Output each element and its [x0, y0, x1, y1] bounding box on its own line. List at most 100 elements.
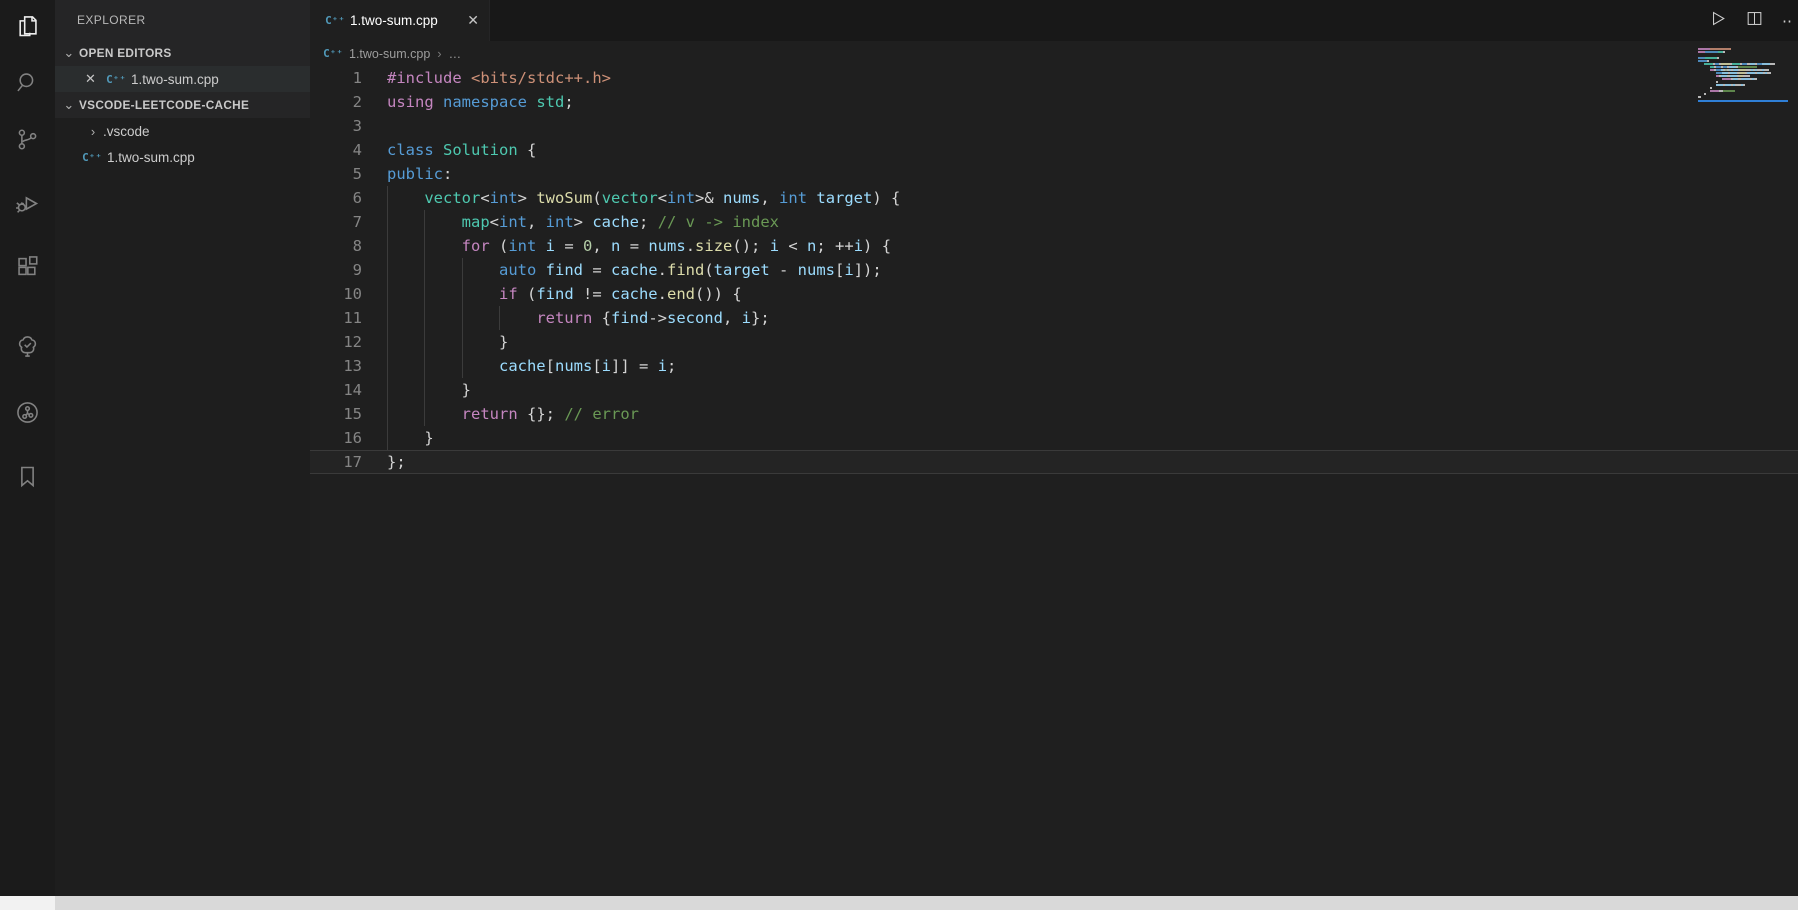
code-lines: 1#include <bits/stdc++.h>2using namespac… — [310, 66, 1798, 474]
indent-guide — [387, 330, 388, 354]
search-icon — [14, 69, 41, 101]
indent-guide — [424, 402, 425, 426]
editor-group: C⁺⁺ 1.two-sum.cpp ✕ ⋯ C⁺⁺ 1.two-sum.cpp … — [310, 0, 1798, 910]
indent-guide — [387, 378, 388, 402]
breadcrumb-separator-icon: › — [437, 46, 441, 61]
indent-guide — [387, 426, 388, 450]
code-line[interactable]: 15 return {}; // error — [310, 402, 1798, 426]
code-line[interactable]: 11 return {find->second, i}; — [310, 306, 1798, 330]
line-number: 12 — [310, 330, 362, 354]
tree-item-vscode-folder[interactable]: › .vscode — [55, 118, 310, 144]
bookmark-icon — [14, 463, 41, 495]
line-number: 8 — [310, 234, 362, 258]
indent-guide — [462, 258, 463, 282]
line-number: 10 — [310, 282, 362, 306]
activity-run-debug-button[interactable] — [0, 185, 55, 227]
open-editor-item[interactable]: ✕ C⁺⁺ 1.two-sum.cpp — [55, 66, 310, 92]
code-line[interactable]: 13 cache[nums[i]] = i; — [310, 354, 1798, 378]
indent-guide — [424, 330, 425, 354]
indent-guide — [387, 282, 388, 306]
files-icon — [14, 13, 41, 45]
debug-icon — [14, 190, 41, 222]
activity-bookmarks-button[interactable] — [0, 458, 55, 500]
open-editors-header[interactable]: ⌄ OPEN EDITORS — [55, 40, 310, 66]
code-line[interactable]: 7 map<int, int> cache; // v -> index — [310, 210, 1798, 234]
cpp-file-icon: C⁺⁺ — [107, 71, 125, 87]
tab-close-icon[interactable]: ✕ — [467, 12, 479, 29]
line-number: 6 — [310, 186, 362, 210]
tree-check-icon — [14, 333, 41, 365]
indent-guide — [424, 234, 425, 258]
code-line[interactable]: 14 } — [310, 378, 1798, 402]
indent-guide — [462, 282, 463, 306]
line-number: 7 — [310, 210, 362, 234]
sidebar-title: EXPLORER — [55, 0, 310, 40]
cpp-file-icon: C⁺⁺ — [326, 13, 344, 29]
tab-label: 1.two-sum.cpp — [350, 13, 438, 28]
indent-guide — [424, 306, 425, 330]
indent-guide — [462, 306, 463, 330]
breadcrumb[interactable]: C⁺⁺ 1.two-sum.cpp › … — [310, 41, 1798, 66]
taskbar-strip — [0, 896, 1798, 910]
vscode-window: EXPLORER ⌄ OPEN EDITORS ✕ C⁺⁺ 1.two-sum.… — [0, 0, 1798, 910]
editor-pane[interactable]: C⁺⁺ 1.two-sum.cpp › … 1#include <bits/st… — [310, 41, 1798, 910]
taskbar-corner — [0, 896, 55, 910]
line-number: 1 — [310, 66, 362, 90]
code-editor[interactable]: 1#include <bits/stdc++.h>2using namespac… — [310, 66, 1798, 474]
chevron-right-icon: › — [85, 124, 101, 139]
indent-guide — [387, 402, 388, 426]
code-line[interactable]: 2using namespace std; — [310, 90, 1798, 114]
file-label: 1.two-sum.cpp — [107, 150, 195, 165]
line-number: 2 — [310, 90, 362, 114]
line-number: 4 — [310, 138, 362, 162]
line-number: 3 — [310, 114, 362, 138]
code-line[interactable]: 6 vector<int> twoSum(vector<int>& nums, … — [310, 186, 1798, 210]
activity-extensions-button[interactable] — [0, 248, 55, 290]
code-line[interactable]: 5public: — [310, 162, 1798, 186]
workspace-folder-header[interactable]: ⌄ VSCODE-LEETCODE-CACHE — [55, 92, 310, 118]
activity-leetcode-button[interactable] — [0, 394, 55, 436]
indent-guide — [387, 186, 388, 210]
code-line[interactable]: 10 if (find != cache.end()) { — [310, 282, 1798, 306]
code-line[interactable]: 1#include <bits/stdc++.h> — [310, 66, 1798, 90]
indent-guide — [387, 234, 388, 258]
indent-guide — [424, 282, 425, 306]
code-line[interactable]: 4class Solution { — [310, 138, 1798, 162]
activity-source-control-button[interactable] — [0, 121, 55, 163]
code-line[interactable]: 12 } — [310, 330, 1798, 354]
code-line[interactable]: 9 auto find = cache.find(target - nums[i… — [310, 258, 1798, 282]
split-editor-icon[interactable] — [1745, 9, 1764, 33]
tree-item-two-sum-file[interactable]: C⁺⁺ 1.two-sum.cpp — [55, 144, 310, 170]
close-icon[interactable]: ✕ — [85, 71, 103, 87]
breadcrumb-file[interactable]: 1.two-sum.cpp — [349, 47, 430, 61]
code-line[interactable]: 3 — [310, 114, 1798, 138]
line-number: 14 — [310, 378, 362, 402]
code-line[interactable]: 16 } — [310, 426, 1798, 450]
indent-guide — [387, 354, 388, 378]
line-number: 17 — [310, 450, 362, 474]
indent-guide — [424, 354, 425, 378]
code-line[interactable]: 8 for (int i = 0, n = nums.size(); i < n… — [310, 234, 1798, 258]
activity-search-button[interactable] — [0, 64, 55, 106]
line-number: 5 — [310, 162, 362, 186]
minimap[interactable] — [1698, 48, 1788, 102]
activity-explorer-button[interactable] — [0, 8, 55, 50]
open-editor-label: 1.two-sum.cpp — [131, 72, 219, 87]
explorer-sidebar: EXPLORER ⌄ OPEN EDITORS ✕ C⁺⁺ 1.two-sum.… — [55, 0, 310, 910]
indent-guide — [424, 210, 425, 234]
activity-test-explorer-button[interactable] — [0, 328, 55, 370]
cpp-file-icon: C⁺⁺ — [83, 149, 101, 165]
line-number: 15 — [310, 402, 362, 426]
editor-actions: ⋯ — [1708, 0, 1792, 41]
line-number: 9 — [310, 258, 362, 282]
code-line[interactable]: 17}; — [310, 450, 1798, 474]
indent-guide — [499, 306, 500, 330]
breadcrumb-more[interactable]: … — [449, 47, 462, 61]
chevron-down-icon: ⌄ — [61, 97, 77, 113]
indent-guide — [462, 354, 463, 378]
tab-two-sum-cpp[interactable]: C⁺⁺ 1.two-sum.cpp ✕ — [310, 0, 490, 41]
indent-guide — [424, 258, 425, 282]
indent-guide — [387, 306, 388, 330]
run-icon[interactable] — [1708, 9, 1727, 33]
more-actions-icon[interactable]: ⋯ — [1782, 12, 1792, 30]
